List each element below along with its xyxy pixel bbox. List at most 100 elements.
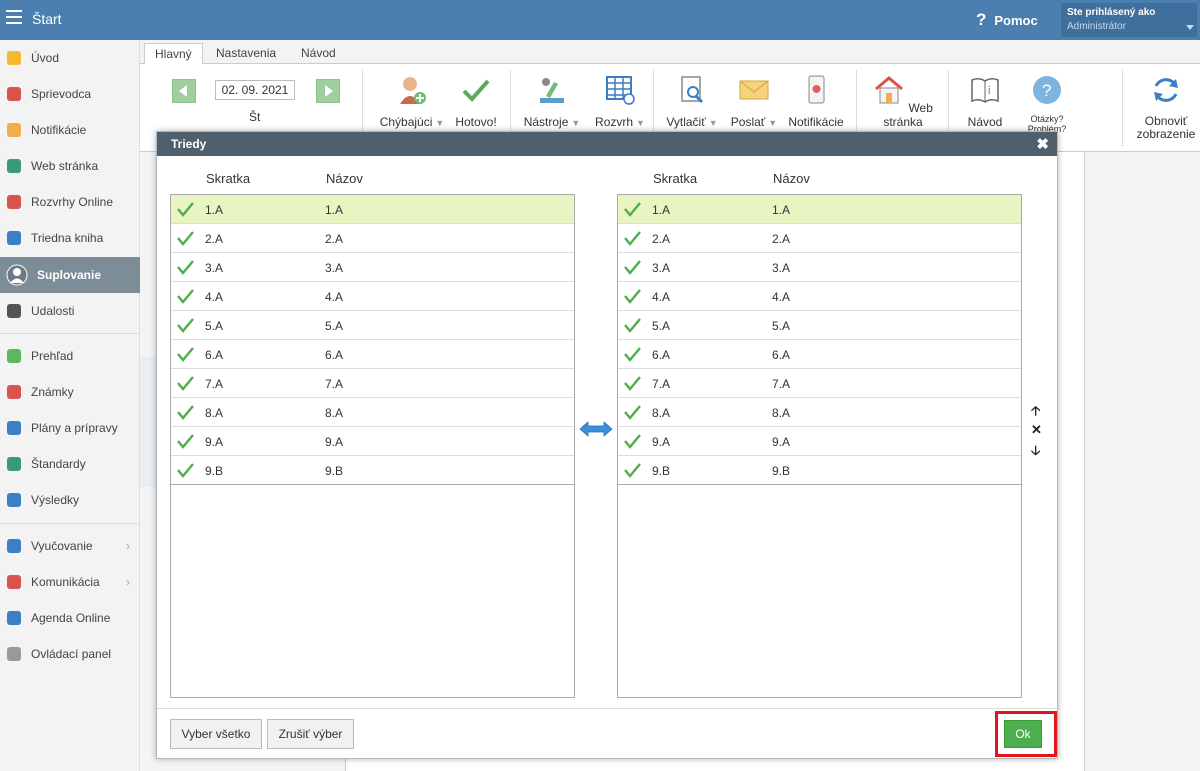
sidebar-item-štandardy[interactable]: Štandardy [0,446,140,482]
checkmark-icon[interactable] [624,288,641,304]
next-day-button[interactable] [316,79,340,103]
class-name-cell: 5.A [772,319,791,333]
sidebar-item-label: Prehľad [31,349,74,363]
checkmark-icon[interactable] [177,433,194,449]
sidebar-item-komunikácia[interactable]: Komunikácia › [0,564,140,600]
open-book-icon [6,538,22,554]
left-col-short-header[interactable]: Skratka [206,171,250,186]
sidebar-item-web-stránka[interactable]: Web stránka [0,148,140,184]
tab-navod[interactable]: Návod [291,43,346,65]
right-col-name-header[interactable]: Názov [773,171,810,186]
tab-hlavny[interactable]: Hlavný [144,43,203,65]
table-row[interactable]: 3.A 3.A [618,253,1021,282]
nastroje-button[interactable]: Nástroje ▼ [520,74,584,129]
notifikacie-button[interactable]: Notifikácie [786,74,846,129]
cancel-selection-button[interactable]: Zrušiť výber [267,719,354,749]
move-up-button[interactable]: 🡡 [1031,402,1040,424]
ok-button[interactable]: Ok [1004,720,1042,748]
sidebar-item-výsledky[interactable]: Výsledky [0,482,140,518]
left-class-list[interactable]: 1.A 1.A 2.A 2.A 3.A 3.A 4.A 4.A 5.A 5.A 6.A 6.A 7.A 7… [170,194,575,698]
checkmark-icon[interactable] [624,433,641,449]
table-row[interactable]: 8.A 8.A [171,398,574,427]
checkmark-icon[interactable] [177,259,194,275]
remove-button[interactable]: ✕ [1031,422,1042,438]
hamburger-menu-icon[interactable] [6,10,22,24]
table-row[interactable]: 1.A 1.A [618,195,1021,224]
sidebar-item-triedna-kniha[interactable]: Triedna kniha [0,220,140,256]
checkmark-icon[interactable] [177,404,194,420]
checkmark-icon[interactable] [624,462,641,478]
checkmark-icon[interactable] [624,346,641,362]
table-row[interactable]: 2.A 2.A [618,224,1021,253]
checkmark-icon[interactable] [177,230,194,246]
date-field[interactable]: 02. 09. 2021 [215,80,295,100]
class-short-cell: 6.A [652,348,671,362]
vytlacit-button[interactable]: Vytlačiť ▼ [662,74,722,129]
select-all-button[interactable]: Vyber všetko [170,719,262,749]
checkmark-icon[interactable] [624,201,641,217]
wand-icon [6,86,22,102]
table-row[interactable]: 7.A 7.A [171,369,574,398]
help-link[interactable]: ? Pomoc [976,10,1038,30]
navod-button[interactable]: i Návod [962,74,1008,129]
table-row[interactable]: 7.A 7.A [618,369,1021,398]
poslat-button[interactable]: Poslať ▼ [728,74,780,129]
table-row[interactable]: 6.A 6.A [618,340,1021,369]
sidebar-item-ovládací-panel[interactable]: Ovládací panel [0,636,140,672]
right-class-list[interactable]: 1.A 1.A 2.A 2.A 3.A 3.A 4.A 4.A 5.A 5.A 6.A 6.A 7.A 7… [617,194,1022,698]
checkmark-icon[interactable] [624,230,641,246]
sidebar-item-sprievodca[interactable]: Sprievodca [0,76,140,112]
sidebar-item-úvod[interactable]: Úvod [0,40,140,76]
table-row[interactable]: 8.A 8.A [618,398,1021,427]
sidebar-item-notifikácie[interactable]: Notifikácie [0,112,140,148]
sidebar-item-prehľad[interactable]: Prehľad [0,338,140,374]
table-row[interactable]: 9.A 9.A [171,427,574,456]
swap-arrows-icon[interactable] [580,420,612,438]
table-row[interactable]: 9.B 9.B [618,456,1021,485]
sidebar-item-plány-a-prípravy[interactable]: Plány a prípravy [0,410,140,446]
move-down-button[interactable]: 🡣 [1031,442,1040,464]
chybajuci-button[interactable]: Chýbajúci ▼ [376,74,448,129]
table-row[interactable]: 9.B 9.B [171,456,574,485]
checkmark-icon[interactable] [177,201,194,217]
table-row[interactable]: 2.A 2.A [171,224,574,253]
table-row[interactable]: 6.A 6.A [171,340,574,369]
checkmark-icon[interactable] [624,259,641,275]
checkmark-icon[interactable] [177,288,194,304]
sidebar-item-agenda-online[interactable]: Agenda Online [0,600,140,636]
table-row[interactable]: 4.A 4.A [171,282,574,311]
checkmark-icon[interactable] [624,375,641,391]
table-row[interactable]: 3.A 3.A [171,253,574,282]
right-col-short-header[interactable]: Skratka [653,171,697,186]
class-short-cell: 3.A [205,261,224,275]
checkmark-icon[interactable] [177,375,194,391]
sidebar-item-udalosti[interactable]: Udalosti [0,293,140,329]
sidebar-item-rozvrhy-online[interactable]: Rozvrhy Online [0,184,140,220]
checkmark-icon[interactable] [624,404,641,420]
obnovit-button[interactable]: Obnoviť zobrazenie [1134,74,1198,141]
table-row[interactable]: 9.A 9.A [618,427,1021,456]
sidebar-item-label: Triedna kniha [31,231,104,245]
dialog-header: Triedy ✖ [157,132,1057,156]
sidebar-item-vyučovanie[interactable]: Vyučovanie › [0,528,140,564]
user-menu[interactable]: Ste prihlásený ako Administrátor [1061,3,1197,37]
sidebar-item-label: Web stránka [31,159,99,173]
left-col-name-header[interactable]: Názov [326,171,363,186]
checkmark-icon[interactable] [177,346,194,362]
sidebar-item-známky[interactable]: Známky [0,374,140,410]
prev-day-button[interactable] [172,79,196,103]
hotovo-button[interactable]: Hotovo! [452,74,500,129]
close-icon[interactable]: ✖ [1036,135,1049,153]
web-stranka-button[interactable]: Web stránka [866,74,940,129]
table-row[interactable]: 5.A 5.A [171,311,574,340]
checkmark-icon[interactable] [177,462,194,478]
checkmark-icon[interactable] [624,317,641,333]
table-row[interactable]: 1.A 1.A [171,195,574,224]
sidebar-item-suplovanie[interactable]: Suplovanie [0,257,140,293]
class-short-cell: 9.A [652,435,671,449]
tab-nastavenia[interactable]: Nastavenia [206,43,286,65]
rozvrh-button[interactable]: Rozvrh ▼ [590,74,650,129]
table-row[interactable]: 4.A 4.A [618,282,1021,311]
checkmark-icon[interactable] [177,317,194,333]
table-row[interactable]: 5.A 5.A [618,311,1021,340]
